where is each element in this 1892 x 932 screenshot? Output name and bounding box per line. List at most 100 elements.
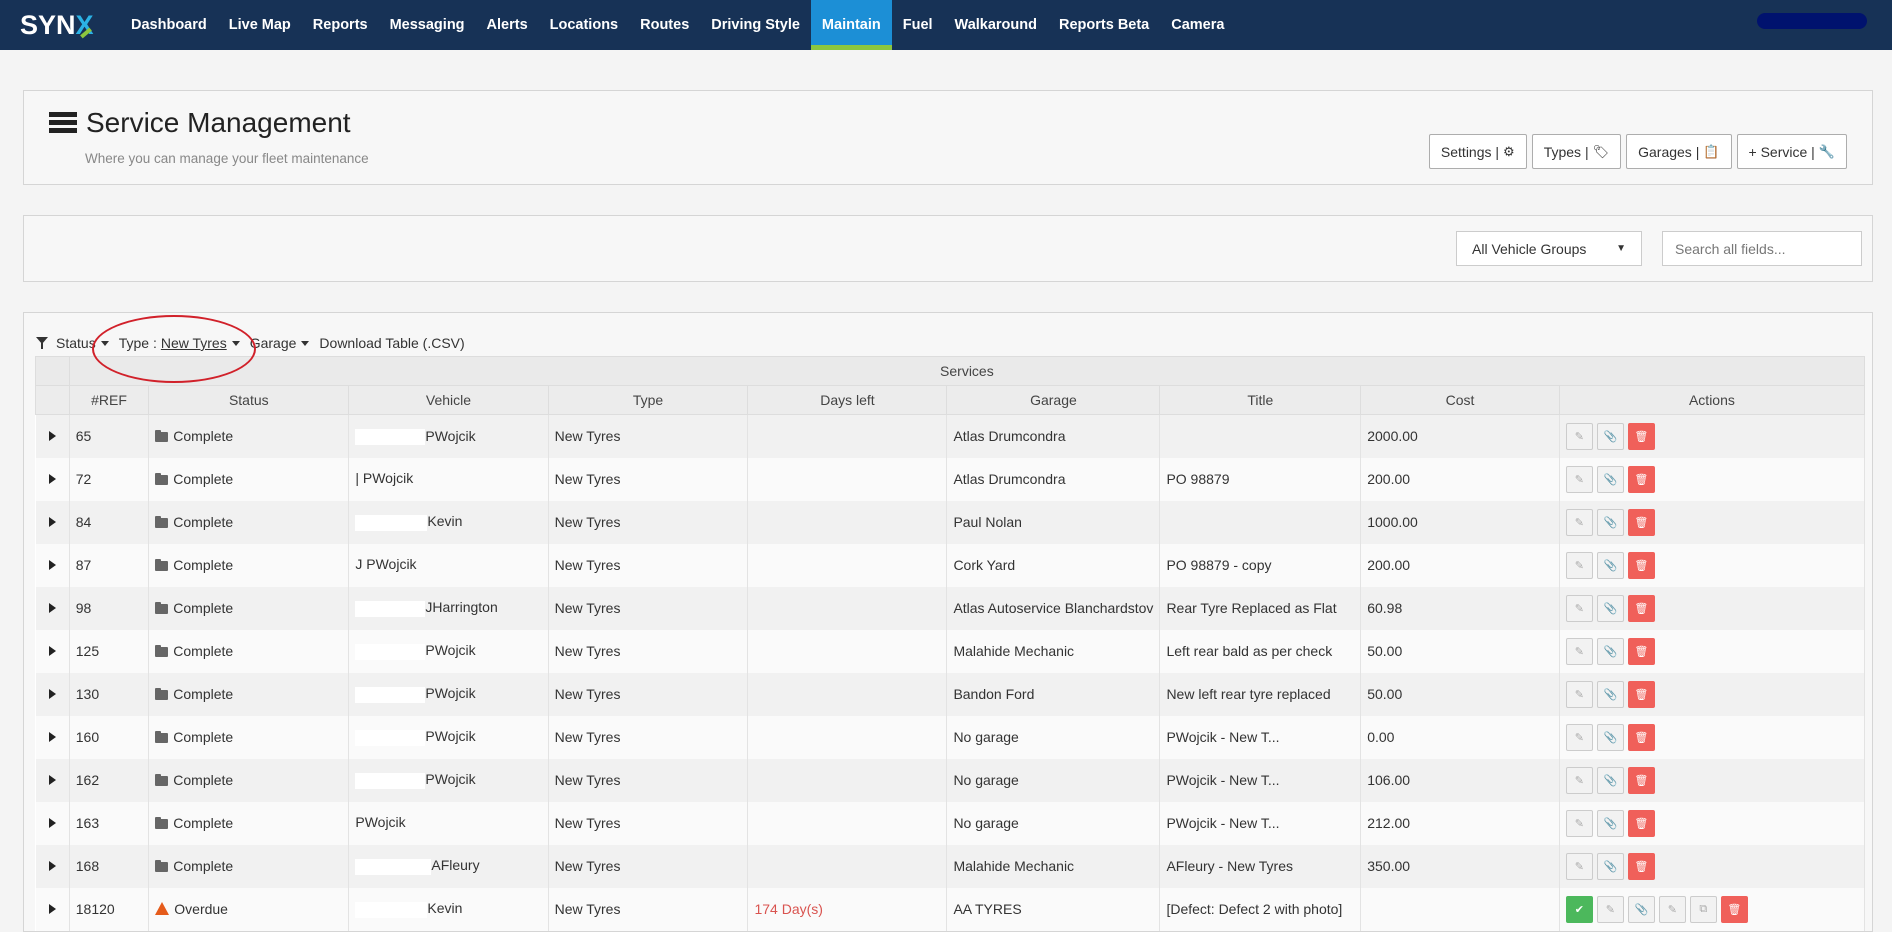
delete-button[interactable]: 🗑 (1627, 637, 1655, 665)
nav-item-camera[interactable]: Camera (1160, 0, 1235, 50)
attach-button[interactable]: 📎 (1596, 465, 1624, 493)
edit-button[interactable]: ✎ (1565, 637, 1593, 665)
copy-button[interactable]: ⧉ (1689, 895, 1717, 923)
column-header-actions[interactable]: Actions (1558, 385, 1866, 415)
edit-alt-button[interactable]: ✎ (1658, 895, 1686, 923)
row-expander[interactable] (35, 500, 70, 544)
nav-item-locations[interactable]: Locations (539, 0, 629, 50)
edit-button[interactable]: ✎ (1565, 852, 1593, 880)
delete-button[interactable]: 🗑 (1627, 723, 1655, 751)
delete-button[interactable]: 🗑 (1627, 594, 1655, 622)
column-header-type[interactable]: Type (547, 385, 749, 415)
column-header-cost[interactable]: Cost (1360, 385, 1560, 415)
row-expander[interactable] (35, 715, 70, 759)
nav-item-walkaround[interactable]: Walkaround (944, 0, 1048, 50)
row-expander[interactable] (35, 887, 70, 931)
column-header-garage[interactable]: Garage (946, 385, 1161, 415)
garages-button[interactable]: Garages | 📋 (1626, 134, 1732, 169)
column-header-title[interactable]: Title (1159, 385, 1362, 415)
status-filter-dropdown[interactable]: Status (56, 335, 109, 351)
row-expander[interactable] (35, 457, 70, 501)
complete-button[interactable]: ✔ (1565, 895, 1593, 923)
attach-button[interactable]: 📎 (1596, 422, 1624, 450)
row-expander[interactable] (35, 844, 70, 888)
nav-item-driving-style[interactable]: Driving Style (700, 0, 811, 50)
edit-button[interactable]: ✎ (1565, 508, 1593, 536)
edit-button[interactable]: ✎ (1565, 723, 1593, 751)
delete-button[interactable]: 🗑 (1627, 766, 1655, 794)
table-row[interactable]: 130 Complete PWojcik New Tyres Bandon Ford Ne… (35, 672, 1866, 716)
delete-button[interactable]: 🗑 (1627, 680, 1655, 708)
column-header-status[interactable]: Status (148, 385, 350, 415)
synx-logo[interactable]: SYN X (0, 0, 120, 50)
garage-filter-dropdown[interactable]: Garage (250, 335, 310, 351)
delete-button[interactable]: 🗑 (1627, 551, 1655, 579)
vehicle-group-select[interactable]: All Vehicle Groups ▼ (1456, 231, 1642, 266)
table-row[interactable]: 84 Complete Kevin New Tyres Paul Nolan 1000.0… (35, 500, 1866, 544)
table-row[interactable]: 72 Complete | PWojcik New Tyres Atlas Drumco… (35, 457, 1866, 501)
attach-button[interactable]: 📎 (1596, 766, 1624, 794)
column-header-days-left[interactable]: Days left (747, 385, 948, 415)
edit-button[interactable]: ✎ (1565, 551, 1593, 579)
delete-button[interactable]: 🗑 (1627, 465, 1655, 493)
attach-button[interactable]: 📎 (1596, 594, 1624, 622)
table-row[interactable]: 87 Complete J PWojcik New Tyres Cork Yard PO … (35, 543, 1866, 587)
column-header-ref[interactable]: #REF (68, 385, 150, 415)
delete-button[interactable]: 🗑 (1627, 852, 1655, 880)
delete-button[interactable]: 🗑 (1627, 508, 1655, 536)
attach-button[interactable]: 📎 (1596, 809, 1624, 837)
attach-button[interactable]: 📎 (1596, 508, 1624, 536)
attach-button[interactable]: 📎 (1596, 637, 1624, 665)
edit-button[interactable]: ✎ (1596, 895, 1624, 923)
row-expander[interactable] (35, 629, 70, 673)
edit-button[interactable]: ✎ (1565, 422, 1593, 450)
user-menu-redacted[interactable] (1757, 13, 1867, 29)
delete-button[interactable]: 🗑 (1627, 422, 1655, 450)
row-expander[interactable] (35, 758, 70, 802)
attach-button[interactable]: 📎 (1627, 895, 1655, 923)
column-header-vehicle[interactable]: Vehicle (348, 385, 549, 415)
table-row[interactable]: 160 Complete PWojcik New Tyres No garage PWoj… (35, 715, 1866, 759)
edit-button[interactable]: ✎ (1565, 809, 1593, 837)
table-row[interactable]: 18120 Overdue Kevin New Tyres 174 Day(s) AA T… (35, 887, 1866, 931)
table-row[interactable]: 163 Complete PWojcik New Tyres No garage PWoj… (35, 801, 1866, 845)
edit-button[interactable]: ✎ (1565, 465, 1593, 493)
search-input[interactable] (1662, 231, 1862, 266)
edit-button[interactable]: ✎ (1565, 594, 1593, 622)
settings-button[interactable]: Settings | ⚙ (1428, 134, 1527, 169)
nav-item-dashboard[interactable]: Dashboard (120, 0, 218, 50)
row-expander[interactable] (35, 801, 70, 845)
nav-item-maintain[interactable]: Maintain (810, 0, 892, 50)
add-service-button[interactable]: + Service | 🔧 (1736, 134, 1847, 169)
trash-icon: 🗑 (1634, 516, 1649, 529)
nav-item-messaging[interactable]: Messaging (379, 0, 476, 50)
edit-button[interactable]: ✎ (1565, 680, 1593, 708)
table-row[interactable]: 168 Complete AFleury New Tyres Malahide Mech… (35, 844, 1866, 888)
table-row[interactable]: 65 Complete PWojcik New Tyres Atlas Drumcond… (35, 414, 1866, 458)
table-row[interactable]: 125 Complete PWojcik New Tyres Malahide Mech… (35, 629, 1866, 673)
cost-cell: 0.00 (1360, 715, 1560, 759)
row-expander[interactable] (35, 672, 70, 716)
row-expander[interactable] (35, 586, 70, 630)
types-button[interactable]: Types | 🏷 (1531, 134, 1622, 169)
type-filter-dropdown[interactable]: Type : New Tyres (119, 335, 240, 351)
delete-button[interactable]: 🗑 (1627, 809, 1655, 837)
nav-item-reports-beta[interactable]: Reports Beta (1048, 0, 1160, 50)
nav-item-routes[interactable]: Routes (629, 0, 700, 50)
attach-button[interactable]: 📎 (1596, 680, 1624, 708)
nav-item-reports[interactable]: Reports (302, 0, 379, 50)
table-row[interactable]: 162 Complete PWojcik New Tyres No garage PWoj… (35, 758, 1866, 802)
download-csv-link[interactable]: Download Table (.CSV) (319, 335, 464, 351)
attach-button[interactable]: 📎 (1596, 723, 1624, 751)
nav-item-live-map[interactable]: Live Map (218, 0, 302, 50)
table-row[interactable]: 98 Complete JHarrington New Tyres Atlas Auto… (35, 586, 1866, 630)
row-expander[interactable] (35, 414, 70, 458)
nav-item-alerts[interactable]: Alerts (476, 0, 539, 50)
attach-button[interactable]: 📎 (1596, 551, 1624, 579)
nav-item-fuel[interactable]: Fuel (892, 0, 944, 50)
delete-button[interactable]: 🗑 (1720, 895, 1748, 923)
row-expander[interactable] (35, 543, 70, 587)
edit-button[interactable]: ✎ (1565, 766, 1593, 794)
attach-button[interactable]: 📎 (1596, 852, 1624, 880)
redacted-block (355, 643, 426, 660)
